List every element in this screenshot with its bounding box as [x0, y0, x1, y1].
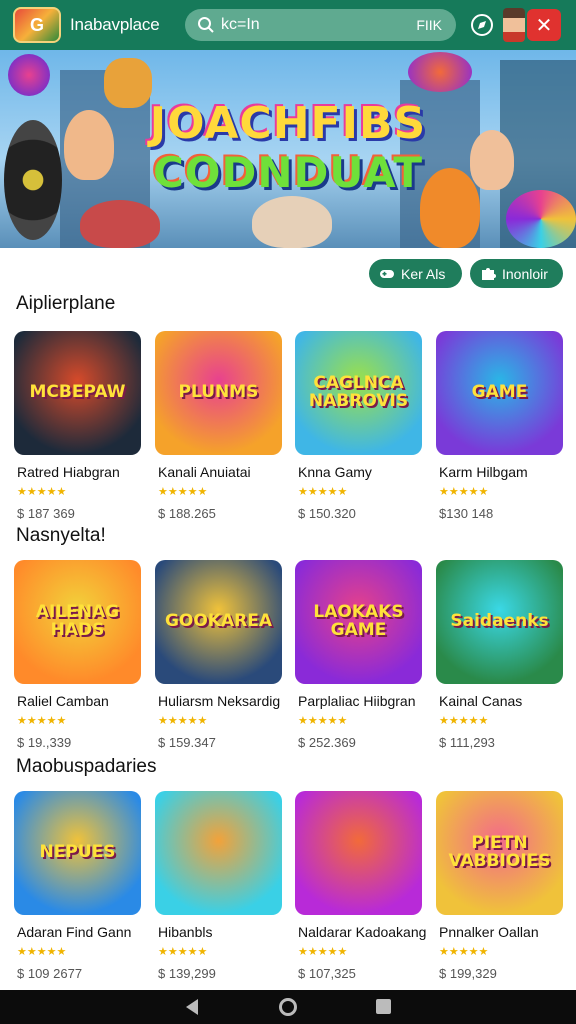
- game-card-title[interactable]: Kainal Canas: [439, 693, 522, 709]
- game-card-title[interactable]: Karm Hilbgam: [439, 464, 528, 480]
- hero-banner[interactable]: JOACHFIBS CODNDUAT: [0, 50, 576, 248]
- game-card-image[interactable]: [295, 791, 422, 915]
- game-card-title[interactable]: Hibanbls: [158, 924, 212, 940]
- game-card-image[interactable]: Saidaenks: [436, 560, 563, 684]
- rating-stars: ★★★★★: [158, 715, 208, 727]
- recents-icon[interactable]: [376, 999, 391, 1014]
- chip-label: Ker Als: [401, 265, 446, 282]
- game-card-title[interactable]: Huliarsm Neksardig: [158, 693, 280, 709]
- compass-icon[interactable]: [469, 12, 495, 38]
- game-card-title[interactable]: Raliel Camban: [17, 693, 109, 709]
- section-title: Aiplierplane: [16, 293, 116, 314]
- game-card-price: $ 187 369: [17, 506, 75, 521]
- game-card-price: $ 188.265: [158, 506, 216, 521]
- game-card-image[interactable]: PLUNMS: [155, 331, 282, 455]
- rating-stars: ★★★★★: [439, 715, 489, 727]
- search-bar[interactable]: kc=In FIIK: [185, 9, 456, 41]
- hero-title-line2: CODNDUAT: [152, 148, 424, 197]
- rating-stars: ★★★★★: [298, 946, 348, 958]
- back-icon[interactable]: [186, 999, 198, 1015]
- game-card-title[interactable]: Pnnalker Oallan: [439, 924, 539, 940]
- hero-title-line1: JOACHFIBS: [149, 98, 427, 149]
- app-title: Inabavplace: [70, 15, 160, 34]
- game-card-image[interactable]: [155, 791, 282, 915]
- game-card-price: $ 111,293: [439, 735, 495, 750]
- game-card-image[interactable]: LAOKAKS GAME: [295, 560, 422, 684]
- avatar[interactable]: [503, 8, 525, 42]
- game-card-price: $ 150.320: [298, 506, 356, 521]
- gamepad-icon: [380, 269, 394, 278]
- game-card-price: $ 199,329: [439, 966, 497, 981]
- system-nav-bar: [0, 990, 576, 1024]
- section-title: Maobuspadaries: [16, 756, 157, 777]
- section-title: Nasnyelta!: [16, 525, 106, 546]
- chip-label: Inonloir: [502, 265, 548, 282]
- rating-stars: ★★★★★: [17, 946, 67, 958]
- search-suffix: FIIK: [416, 17, 442, 33]
- game-card-price: $ 107,325: [298, 966, 356, 981]
- app-root: G Inabavplace kc=In FIIK ✕ JOACHFIBS COD…: [0, 0, 576, 1024]
- rating-stars: ★★★★★: [298, 486, 348, 498]
- rating-stars: ★★★★★: [158, 486, 208, 498]
- game-card-title[interactable]: Adaran Find Gann: [17, 924, 131, 940]
- game-card-title[interactable]: Knna Gamy: [298, 464, 372, 480]
- game-card-title[interactable]: Ratred Hiabgran: [17, 464, 120, 480]
- close-button[interactable]: ✕: [527, 9, 561, 41]
- game-card-image[interactable]: PIETN VABBIOIES: [436, 791, 563, 915]
- rating-stars: ★★★★★: [17, 486, 67, 498]
- game-card-title[interactable]: Naldarar Kadoakang: [298, 924, 426, 940]
- rating-stars: ★★★★★: [439, 486, 489, 498]
- rating-stars: ★★★★★: [439, 946, 489, 958]
- game-card-title[interactable]: Kanali Anuiatai: [158, 464, 251, 480]
- game-card-price: $ 252.369: [298, 735, 356, 750]
- game-card-price: $ 159.347: [158, 735, 216, 750]
- game-card-image[interactable]: CAGLNCA NABROVIS: [295, 331, 422, 455]
- rating-stars: ★★★★★: [17, 715, 67, 727]
- top-app-bar: G Inabavplace kc=In FIIK ✕: [0, 0, 576, 50]
- game-card-image[interactable]: AILENAG HADS: [14, 560, 141, 684]
- game-card-image[interactable]: GOOKAREA: [155, 560, 282, 684]
- app-logo[interactable]: G: [13, 7, 61, 43]
- game-card-price: $130 148: [439, 506, 494, 521]
- search-input[interactable]: kc=In: [221, 16, 260, 34]
- game-card-image[interactable]: MCBEPAW: [14, 331, 141, 455]
- home-icon[interactable]: [279, 998, 297, 1016]
- chip-filter-1[interactable]: Ker Als: [369, 259, 462, 288]
- game-card-image[interactable]: NEPUES: [14, 791, 141, 915]
- game-card-price: $ 109 2677: [17, 966, 83, 981]
- chip-filter-2[interactable]: Inonloir: [470, 259, 563, 288]
- game-card-image[interactable]: GAME: [436, 331, 563, 455]
- search-icon: [198, 17, 214, 33]
- game-card-title[interactable]: Parplaliac Hiibgran: [298, 693, 416, 709]
- puzzle-icon: [482, 267, 496, 280]
- game-card-price: $ 139,299: [158, 966, 216, 981]
- rating-stars: ★★★★★: [298, 715, 348, 727]
- rating-stars: ★★★★★: [158, 946, 208, 958]
- game-card-price: $ 19.,339: [17, 735, 72, 750]
